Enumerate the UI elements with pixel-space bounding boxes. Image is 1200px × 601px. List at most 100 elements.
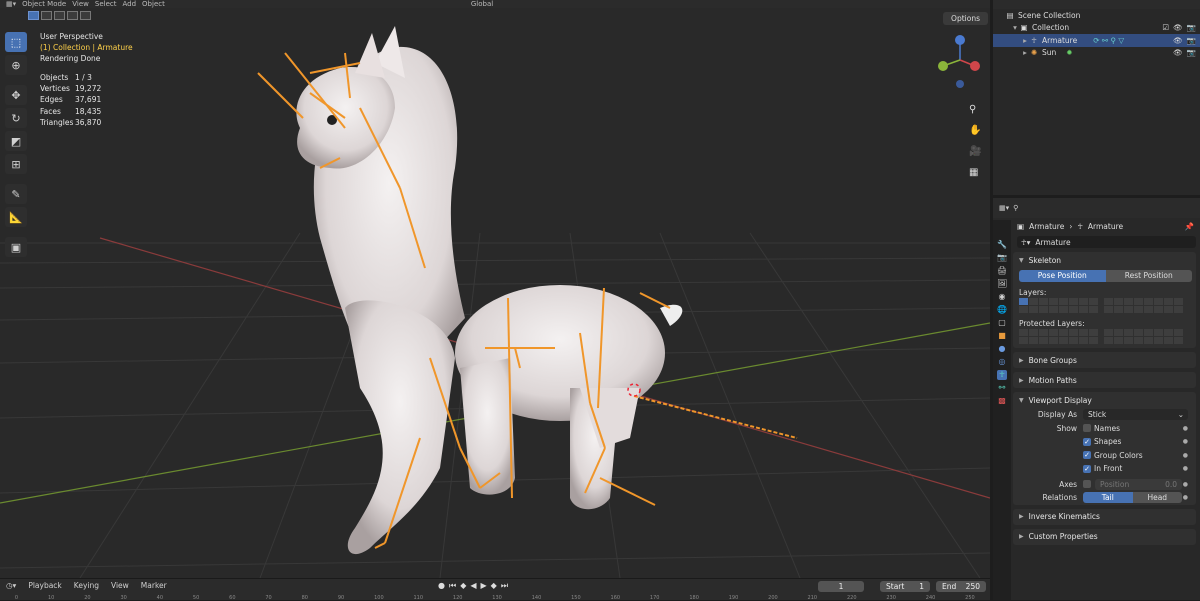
physics-tab-icon[interactable]: ◎ <box>997 357 1007 367</box>
layer-grid-left[interactable] <box>1019 298 1098 313</box>
inverse-kinematics-panel[interactable]: ▶ Inverse Kinematics <box>1013 508 1196 525</box>
rest-position-button[interactable]: Rest Position <box>1105 270 1192 282</box>
jump-end-icon[interactable]: ⏭ <box>501 581 508 591</box>
camera-icon[interactable]: 📷 <box>1187 23 1196 32</box>
axes-checkbox[interactable] <box>1083 480 1091 489</box>
eye-icon[interactable]: 👁 <box>1173 48 1183 57</box>
jump-start-icon[interactable]: ⏮ <box>449 581 456 591</box>
outliner-item-sun[interactable]: ▸ ✺ Sun ✹ 👁 📷 <box>993 47 1200 60</box>
menu-view-timeline[interactable]: View <box>111 581 129 590</box>
cursor-icon[interactable]: ⊕ <box>5 55 27 75</box>
menu-add[interactable]: Add <box>122 0 136 8</box>
skeleton-panel-header[interactable]: ▼ Skeleton <box>1013 252 1196 268</box>
play-reverse-icon[interactable]: ◀ <box>470 581 476 591</box>
editor-type-icon[interactable]: ▦▾ <box>999 204 1009 212</box>
select-intersect-icon[interactable] <box>80 11 91 20</box>
outliner-item-armature[interactable]: ▸ ☥ Armature ⟳ ⚯ ⚲ ▽ 👁 📷 <box>993 34 1200 47</box>
camera-icon[interactable]: 🎥 <box>969 146 981 157</box>
bone-groups-header[interactable]: ▶ Bone Groups <box>1013 352 1196 368</box>
current-frame-field[interactable]: 1 <box>818 581 864 592</box>
keyframe-dot-icon[interactable]: ● <box>1183 438 1188 445</box>
grid-view-icon[interactable]: ▦ <box>969 167 981 178</box>
menu-keying[interactable]: Keying <box>74 581 99 590</box>
zoom-icon[interactable]: ⚲ <box>969 104 981 115</box>
menu-view[interactable]: View <box>72 0 89 8</box>
checkbox-icon[interactable]: ☑ <box>1162 23 1169 32</box>
armature-data-tab-icon[interactable]: ☥ <box>997 370 1007 380</box>
group-colors-checkbox[interactable]: ✓ Group Colors <box>1083 451 1143 460</box>
scale-icon[interactable]: ◩ <box>5 131 27 151</box>
prev-key-icon[interactable]: ◆ <box>460 581 466 591</box>
shapes-checkbox[interactable]: ✓ Shapes <box>1083 437 1121 446</box>
tail-button[interactable]: Tail <box>1083 492 1133 504</box>
world-tab-icon[interactable]: 🌐 <box>997 305 1007 315</box>
orientation-dropdown[interactable]: Global <box>471 0 493 8</box>
clock-icon[interactable]: ◷▾ <box>6 581 16 590</box>
menu-playback[interactable]: Playback <box>28 581 61 590</box>
view-layer-tab-icon[interactable]: 🖼 <box>997 279 1007 289</box>
bone-tab-icon[interactable]: ⚯ <box>997 383 1007 393</box>
select-new-icon[interactable] <box>28 11 39 20</box>
menu-select[interactable]: Select <box>95 0 117 8</box>
measure-icon[interactable]: 📐 <box>5 207 27 227</box>
keyframe-dot-icon[interactable]: ● <box>1183 452 1188 459</box>
bone-groups-panel[interactable]: ▶ Bone Groups <box>1013 352 1196 368</box>
frame-ruler[interactable]: 0 10 20 30 40 50 60 70 80 90 100 110 120 130 140 150 160… <box>0 595 990 601</box>
scene-tab-icon[interactable]: ◉ <box>997 292 1007 302</box>
3d-viewport[interactable]: User Perspective (1) Collection | Armatu… <box>0 8 990 578</box>
menu-object[interactable]: Object <box>142 0 165 8</box>
keyframe-dot-icon[interactable]: ● <box>1183 465 1188 472</box>
render-tab-icon[interactable]: 📷 <box>997 253 1007 263</box>
mode-dropdown[interactable]: Object Mode <box>22 0 66 8</box>
viewport-display-header[interactable]: ▼ Viewport Display <box>1013 392 1196 408</box>
end-frame-field[interactable]: End 250 <box>936 581 986 592</box>
record-icon[interactable]: ● <box>438 581 445 591</box>
protected-grid-left[interactable] <box>1019 329 1098 344</box>
pan-hand-icon[interactable]: ✋ <box>969 125 981 136</box>
select-box-icon[interactable]: ⬚ <box>5 32 27 52</box>
camera-icon[interactable]: 📷 <box>1187 36 1196 45</box>
rotate-icon[interactable]: ↻ <box>5 108 27 128</box>
axes-position-field[interactable]: Position 0.0 <box>1095 478 1182 490</box>
inverse-kinematics-header[interactable]: ▶ Inverse Kinematics <box>1013 509 1196 525</box>
custom-properties-panel[interactable]: ▶ Custom Properties <box>1013 528 1196 545</box>
eye-icon[interactable]: 👁 <box>1173 23 1183 32</box>
texture-tab-icon[interactable]: ▩ <box>997 396 1007 406</box>
select-invert-icon[interactable] <box>67 11 78 20</box>
object-tab-icon[interactable]: ■ <box>997 331 1007 341</box>
output-tab-icon[interactable]: 🖨 <box>997 266 1007 276</box>
select-extend-icon[interactable] <box>41 11 52 20</box>
constraints-tab-icon[interactable]: ● <box>997 344 1007 354</box>
options-button[interactable]: Options <box>943 12 988 25</box>
annotate-icon[interactable]: ✎ <box>5 184 27 204</box>
editor-type-icon[interactable]: ▦▾ <box>6 0 16 8</box>
head-button[interactable]: Head <box>1132 492 1182 504</box>
expand-icon[interactable]: ▸ <box>1021 48 1029 57</box>
search-icon[interactable]: ⚲ <box>1013 204 1018 212</box>
start-frame-field[interactable]: Start 1 <box>880 581 930 592</box>
pin-icon[interactable]: 📌 <box>1185 222 1194 231</box>
expand-icon[interactable]: ▸ <box>1021 36 1029 45</box>
display-as-dropdown[interactable]: Stick ⌄ <box>1083 409 1188 421</box>
play-icon[interactable]: ▶ <box>481 581 487 591</box>
motion-paths-header[interactable]: ▶ Motion Paths <box>1013 372 1196 388</box>
motion-paths-panel[interactable]: ▶ Motion Paths <box>1013 372 1196 388</box>
menu-marker[interactable]: Marker <box>141 581 167 590</box>
eye-icon[interactable]: 👁 <box>1173 36 1183 45</box>
protected-grid-right[interactable] <box>1104 329 1183 344</box>
expand-icon[interactable]: ▾ <box>1011 23 1019 32</box>
next-key-icon[interactable]: ◆ <box>491 581 497 591</box>
add-cube-icon[interactable]: ▣ <box>5 237 27 257</box>
transform-icon[interactable]: ⊞ <box>5 154 27 174</box>
keyframe-dot-icon[interactable]: ● <box>1183 481 1188 488</box>
custom-properties-header[interactable]: ▶ Custom Properties <box>1013 529 1196 545</box>
outliner-collection[interactable]: ▾ ▣ Collection ☑ 👁 📷 <box>993 22 1200 35</box>
names-checkbox[interactable]: Names <box>1083 424 1120 433</box>
tool-tab-icon[interactable]: 🔧 <box>997 240 1007 250</box>
keyframe-dot-icon[interactable]: ● <box>1183 425 1188 432</box>
pose-position-button[interactable]: Pose Position <box>1019 270 1106 282</box>
layer-grid-right[interactable] <box>1104 298 1183 313</box>
in-front-checkbox[interactable]: ✓ In Front <box>1083 464 1122 473</box>
select-subtract-icon[interactable] <box>54 11 65 20</box>
armature-name-field[interactable]: ☥▾ Armature <box>1017 236 1196 248</box>
